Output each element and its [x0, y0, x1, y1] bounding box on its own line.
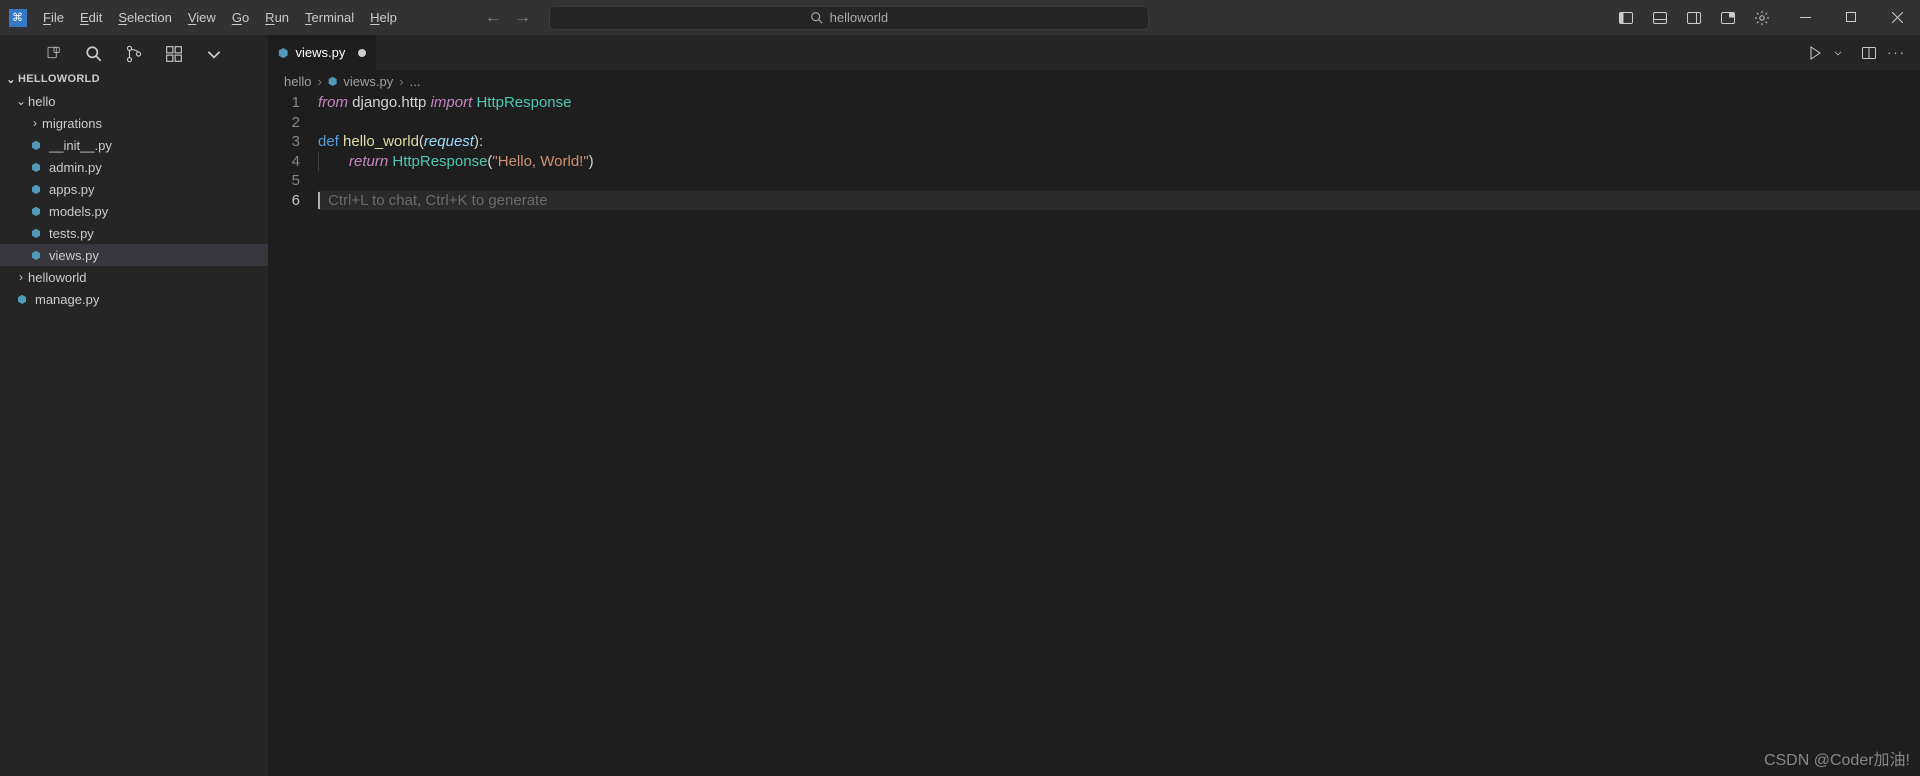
code-line-current[interactable]: Ctrl+L to chat, Ctrl+K to generate	[318, 191, 1920, 211]
chevron-down-icon[interactable]	[205, 45, 223, 63]
chevron-right-icon: ›	[28, 116, 42, 130]
menu-bar: File Edit Selection View Go Run Terminal…	[35, 0, 405, 35]
editor-actions: ···	[1807, 45, 1920, 61]
app-icon: ⌘	[0, 9, 35, 27]
menu-go[interactable]: Go	[224, 0, 257, 35]
chevron-right-icon: ›	[14, 270, 28, 284]
line-number: 1	[268, 93, 300, 113]
menu-file[interactable]: File	[35, 0, 72, 35]
tab-views-py[interactable]: ⬢ views.py	[268, 35, 377, 70]
tree-file-manage[interactable]: ⬢manage.py	[0, 288, 268, 310]
nav-forward-icon[interactable]: →	[515, 9, 531, 27]
code-line[interactable]: return HttpResponse("Hello, World!")	[318, 152, 1920, 172]
toggle-primary-sidebar-icon[interactable]	[1610, 0, 1642, 35]
python-icon: ⬢	[278, 46, 288, 60]
code-content[interactable]: from django.http import HttpResponse def…	[318, 92, 1920, 776]
file-tree: ⌄hello ›migrations ⬢__init__.py ⬢admin.p…	[0, 90, 268, 776]
breadcrumb-more[interactable]: ...	[410, 74, 421, 89]
menu-view[interactable]: View	[180, 0, 224, 35]
tree-file-tests[interactable]: ⬢tests.py	[0, 222, 268, 244]
tree-file-models[interactable]: ⬢models.py	[0, 200, 268, 222]
chevron-down-icon[interactable]	[1833, 48, 1843, 58]
line-number: 4	[268, 152, 300, 172]
menu-selection[interactable]: Selection	[110, 0, 179, 35]
search-icon[interactable]	[85, 45, 103, 63]
code-line[interactable]	[318, 113, 1920, 133]
window-controls	[1782, 0, 1920, 35]
toggle-panel-icon[interactable]	[1644, 0, 1676, 35]
explorer-sidebar: ⌄ HELLOWORLD ⌄hello ›migrations ⬢__init_…	[0, 35, 268, 776]
python-icon: ⬢	[28, 225, 44, 241]
menu-run[interactable]: Run	[257, 0, 297, 35]
tab-bar: ⬢ views.py ···	[268, 35, 1920, 70]
python-icon: ⬢	[28, 247, 44, 263]
chevron-right-icon: ›	[399, 74, 403, 89]
more-actions-icon[interactable]: ···	[1887, 45, 1906, 60]
toggle-secondary-sidebar-icon[interactable]	[1678, 0, 1710, 35]
tree-folder-migrations[interactable]: ›migrations	[0, 112, 268, 134]
line-number: 6	[268, 191, 300, 211]
python-icon: ⬢	[28, 203, 44, 219]
run-icon[interactable]	[1807, 45, 1823, 61]
code-line[interactable]: def hello_world(request):	[318, 132, 1920, 152]
search-text: helloworld	[830, 10, 889, 25]
line-number-gutter: 1 2 3 4 5 6	[268, 92, 318, 776]
chevron-down-icon: ⌄	[4, 73, 18, 86]
chevron-down-icon: ⌄	[14, 94, 28, 108]
tree-folder-hello[interactable]: ⌄hello	[0, 90, 268, 112]
title-layout-actions	[1610, 0, 1782, 35]
explorer-toolbar	[0, 35, 268, 68]
breadcrumbs[interactable]: hello › ⬢ views.py › ...	[268, 70, 1920, 92]
python-icon: ⬢	[28, 159, 44, 175]
nav-back-icon[interactable]: ←	[485, 9, 501, 27]
line-number: 2	[268, 113, 300, 133]
text-cursor	[318, 192, 320, 209]
code-line[interactable]: from django.http import HttpResponse	[318, 93, 1920, 113]
tree-file-apps[interactable]: ⬢apps.py	[0, 178, 268, 200]
close-button[interactable]	[1874, 0, 1920, 35]
command-center[interactable]: helloworld	[549, 6, 1149, 30]
menu-help[interactable]: Help	[362, 0, 405, 35]
explorer-section-header[interactable]: ⌄ HELLOWORLD	[0, 68, 268, 90]
tree-file-views[interactable]: ⬢views.py	[0, 244, 268, 266]
dirty-indicator-icon	[358, 49, 366, 57]
line-number: 5	[268, 171, 300, 191]
code-editor[interactable]: 1 2 3 4 5 6 from django.http import Http…	[268, 92, 1920, 776]
python-icon: ⬢	[28, 137, 44, 153]
tab-label: views.py	[295, 45, 345, 60]
project-name: HELLOWORLD	[18, 73, 100, 85]
title-bar: ⌘ File Edit Selection View Go Run Termin…	[0, 0, 1920, 35]
python-icon: ⬢	[14, 291, 30, 307]
customize-layout-icon[interactable]	[1712, 0, 1744, 35]
nav-arrows: ← →	[485, 9, 531, 27]
menu-edit[interactable]: Edit	[72, 0, 110, 35]
line-number: 3	[268, 132, 300, 152]
split-editor-icon[interactable]	[1861, 45, 1877, 61]
python-icon: ⬢	[328, 75, 338, 88]
python-icon: ⬢	[28, 181, 44, 197]
tree-folder-helloworld[interactable]: ›helloworld	[0, 266, 268, 288]
tree-file-admin[interactable]: ⬢admin.py	[0, 156, 268, 178]
minimize-button[interactable]	[1782, 0, 1828, 35]
editor-area: ⬢ views.py ··· hello › ⬢ views.py › ... …	[268, 35, 1920, 776]
menu-terminal[interactable]: Terminal	[297, 0, 362, 35]
settings-gear-icon[interactable]	[1746, 0, 1778, 35]
maximize-button[interactable]	[1828, 0, 1874, 35]
new-file-icon[interactable]	[45, 45, 63, 63]
search-icon	[810, 11, 824, 25]
chevron-right-icon: ›	[317, 74, 321, 89]
watermark-text: CSDN @Coder加油!	[1764, 746, 1910, 770]
extensions-icon[interactable]	[165, 45, 183, 63]
inline-hint: Ctrl+L to chat, Ctrl+K to generate	[328, 192, 548, 209]
breadcrumb-file[interactable]: views.py	[343, 74, 393, 89]
code-line[interactable]	[318, 171, 1920, 191]
source-control-icon[interactable]	[125, 45, 143, 63]
breadcrumb-folder[interactable]: hello	[284, 74, 311, 89]
tree-file-init[interactable]: ⬢__init__.py	[0, 134, 268, 156]
